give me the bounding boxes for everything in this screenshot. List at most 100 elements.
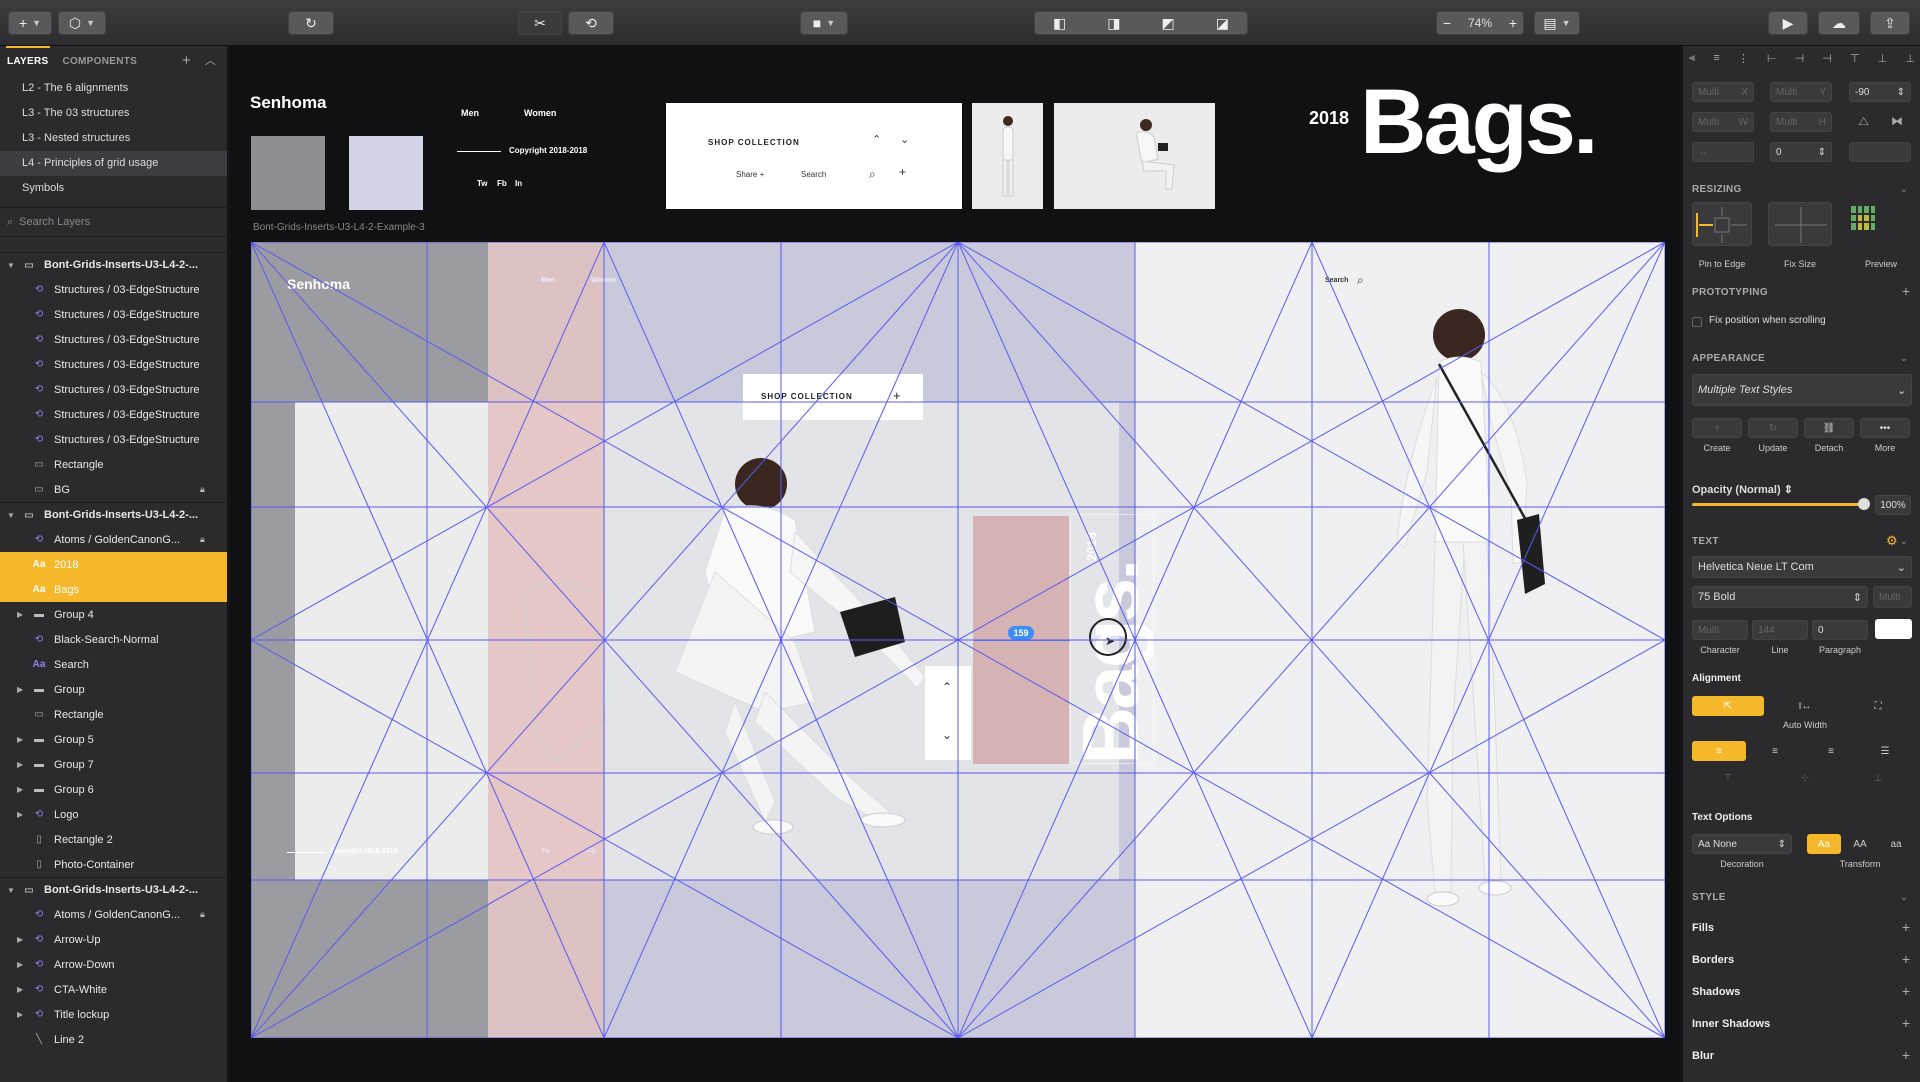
blur-row[interactable]: Blur (1692, 1050, 1714, 1062)
smooth-field[interactable] (1849, 142, 1911, 162)
layer-rectangle[interactable]: ▯ Rectangle 2 (0, 827, 227, 852)
layer-rectangle[interactable]: ▭ Rectangle (0, 702, 227, 727)
character-field[interactable]: Multi (1692, 620, 1748, 640)
cloud-button[interactable]: ☁ (1818, 11, 1860, 35)
page-item[interactable]: L3 - Nested structures (0, 126, 227, 151)
layer-symbol[interactable]: ⟲ Atoms / GoldenCanonG... 🔒︎ (0, 527, 227, 552)
layer-symbol[interactable]: ▶ ⟲ Logo (0, 802, 227, 827)
preview-button[interactable]: ▶ (1768, 11, 1808, 35)
fix-position-checkbox[interactable] (1692, 317, 1702, 327)
create-symbol-button[interactable]: ⬡ ▼ (58, 11, 106, 35)
add-inner-shadow-icon[interactable]: + (1902, 1015, 1910, 1031)
line-height-field[interactable]: 144 (1752, 620, 1808, 640)
page-item[interactable]: Symbols (0, 176, 227, 201)
fills-row[interactable]: Fills (1692, 922, 1714, 934)
layer-group[interactable]: ▶ ▬ Group (0, 677, 227, 702)
canvas[interactable]: Senhoma Men Women Copyright 2018-2018 Tw… (229, 46, 1681, 1082)
layer-symbol[interactable]: ⟲ Structures / 03-EdgeStructure (0, 302, 227, 327)
auto-height-toggle[interactable]: ⇱ (1692, 696, 1764, 716)
align-h-center-icon[interactable]: ⊣ (1795, 52, 1805, 65)
tab-layers[interactable]: LAYERS (7, 56, 48, 67)
x-field[interactable]: Multi X (1692, 82, 1754, 102)
chevron-down-icon[interactable]: ⌄ (1900, 353, 1908, 364)
align-left-icon[interactable]: ⫷ (1689, 52, 1695, 65)
flip-horizontal-icon[interactable]: ⧍ (1858, 114, 1869, 129)
shop-collection-cta[interactable]: SHOP COLLECTION + (743, 374, 923, 420)
disclosure-icon[interactable]: ▼ (7, 886, 15, 895)
pin-to-edge-widget[interactable] (1692, 202, 1752, 246)
borders-row[interactable]: Borders (1692, 954, 1734, 966)
align-left-button[interactable]: ≡ (1692, 741, 1746, 761)
disclosure-icon[interactable]: ▶ (17, 960, 23, 969)
disclosure-icon[interactable]: ▶ (17, 985, 23, 994)
layer-group[interactable]: ▶ ▬ Group 7 (0, 752, 227, 777)
layer-text-selected[interactable]: Aa Bags (0, 577, 227, 602)
align-right-edge-icon[interactable]: ⊣ (1822, 52, 1832, 65)
chevron-down-icon[interactable]: ⌄ (1900, 184, 1908, 195)
disclosure-icon[interactable]: ▶ (17, 685, 23, 694)
layer-symbol[interactable]: ⟲ Structures / 03-EdgeStructure (0, 377, 227, 402)
gear-icon[interactable]: ⚙ (1886, 533, 1898, 549)
align-justify-button[interactable]: ☰ (1858, 741, 1912, 761)
add-blur-icon[interactable]: + (1902, 1047, 1910, 1063)
layer-group[interactable]: ▶ ▬ Group 5 (0, 727, 227, 752)
create-style-button[interactable]: + (1692, 418, 1742, 438)
page-item[interactable]: L3 - The 03 structures (0, 101, 227, 126)
layer-rectangle[interactable]: ▭ Rectangle (0, 452, 227, 477)
layer-symbol[interactable]: ⟲ Atoms / GoldenCanonG... 🔒︎ (0, 902, 227, 927)
layer-bg[interactable]: ▭ BG 🔒︎ (0, 477, 227, 502)
vertical-top-button[interactable]: ⊤ (1692, 768, 1764, 788)
artboard-nav-men[interactable]: Men (541, 277, 555, 284)
transform-none-button[interactable]: Aa (1807, 834, 1841, 854)
opacity-label[interactable]: Opacity (Normal) ⇕ (1692, 483, 1793, 496)
layer-symbol[interactable]: ▶ ⟲ Arrow-Down (0, 952, 227, 977)
chevron-down-icon[interactable]: ⌄ (1900, 536, 1908, 547)
disclosure-icon[interactable]: ▶ (17, 810, 23, 819)
rotation-field[interactable]: -90 ⇕ (1849, 82, 1911, 102)
font-size-field[interactable]: Multi (1873, 586, 1912, 608)
view-button[interactable]: ▤ ▼ (1534, 11, 1580, 35)
add-prototyping-icon[interactable]: + (1902, 283, 1910, 299)
layer-symbol[interactable]: ⟲ Structures / 03-EdgeStructure (0, 352, 227, 377)
layer-artboard[interactable]: ▼ ▭ Bont-Grids-Inserts-U3-L4-2-... (0, 502, 227, 527)
transform-upper-button[interactable]: AA (1843, 834, 1877, 854)
arrow-up-icon[interactable]: ⌃ (942, 680, 952, 694)
layer-symbol[interactable]: ⟲ Structures / 03-EdgeStructure (0, 277, 227, 302)
update-style-button[interactable]: ↻ (1748, 418, 1798, 438)
add-page-icon[interactable]: + (182, 52, 191, 69)
page-item[interactable]: L2 - The 6 alignments (0, 76, 227, 101)
disclosure-icon[interactable]: ▼ (7, 261, 15, 270)
disclosure-icon[interactable]: ▶ (17, 610, 23, 619)
transform-lower-button[interactable]: aa (1879, 834, 1913, 854)
align-bottom-icon[interactable]: ⊥ (1905, 52, 1915, 65)
mini-photo-seated[interactable] (1054, 103, 1215, 209)
add-fill-icon[interactable]: + (1902, 919, 1910, 935)
mini-photo-standing[interactable] (972, 103, 1043, 209)
decoration-select[interactable]: Aa None ⇕ (1692, 834, 1792, 854)
artboard-label[interactable]: Bont-Grids-Inserts-U3-L4-2-Example-3 (253, 222, 425, 233)
disclosure-icon[interactable]: ▶ (17, 785, 23, 794)
union-icon[interactable]: ◧ (1053, 15, 1066, 32)
zoom-value[interactable]: 74% (1468, 16, 1492, 30)
text-color-swatch[interactable] (1875, 619, 1912, 639)
search-layers-input[interactable]: Search Layers (19, 216, 90, 228)
opacity-slider-handle[interactable] (1858, 498, 1870, 510)
layer-group[interactable]: ▶ ▬ Group 4 (0, 602, 227, 627)
disclosure-icon[interactable]: ▼ (7, 511, 15, 520)
intersect-icon[interactable]: ◩ (1162, 15, 1175, 32)
layer-symbol[interactable]: ▶ ⟲ Title lockup (0, 1002, 227, 1027)
lock-icon[interactable]: 🔒︎ (200, 484, 205, 495)
mini-shop-card[interactable]: SHOP COLLECTION ⌃ ⌄ Share + Search ⌕ + (666, 103, 962, 209)
layer-text-selected[interactable]: Aa 2018 (0, 552, 227, 577)
layer-artboard[interactable]: ▼ ▭ Bont-Grids-Inserts-U3-L4-2-... (0, 252, 227, 277)
layer-symbol[interactable]: ⟲ Structures / 03-EdgeStructure (0, 427, 227, 452)
distribute-icon[interactable]: ⋮ (1738, 52, 1749, 65)
disclosure-icon[interactable]: ▶ (17, 735, 23, 744)
opacity-field[interactable]: 100% (1875, 495, 1911, 515)
detach-style-button[interactable]: ⛓ (1804, 418, 1854, 438)
artboard-social-fb[interactable]: Fb (587, 848, 595, 855)
refresh-button[interactable]: ↻ (288, 11, 334, 35)
artboard-nav-women[interactable]: Women (591, 277, 616, 284)
tab-components[interactable]: COMPONENTS (62, 56, 137, 67)
export-button[interactable]: ⇪ (1870, 11, 1910, 35)
